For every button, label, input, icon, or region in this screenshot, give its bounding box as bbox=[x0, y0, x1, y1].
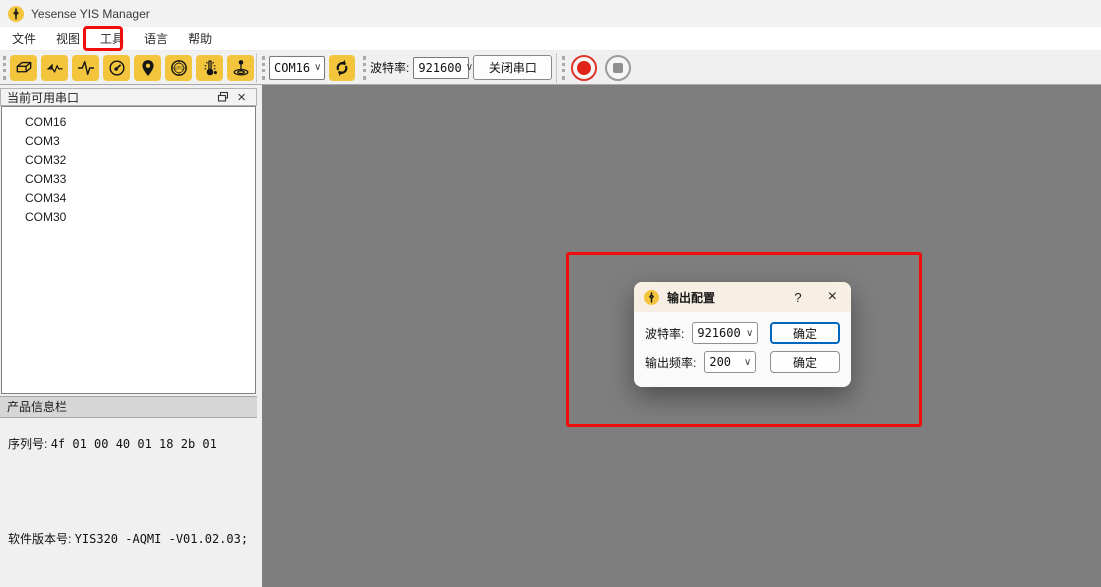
app-window: Yesense YIS Manager 文件 视图 工具 语言 帮助 bbox=[0, 0, 1101, 587]
dialog-baud-confirm-button[interactable]: 确定 bbox=[770, 322, 840, 344]
dialog-freq-confirm-button[interactable]: 确定 bbox=[770, 351, 840, 373]
record-button[interactable] bbox=[571, 55, 597, 81]
dialog-body: 波特率: 921600 ∨ 确定 输出频率: 200 ∨ 确定 bbox=[634, 312, 851, 373]
menu-bar: 文件 视图 工具 语言 帮助 bbox=[0, 27, 1101, 51]
firmware-version-value: YIS320 -AQMI -V01.02.03; bbox=[75, 532, 248, 546]
serial-number-label: 序列号: bbox=[8, 437, 47, 451]
utc-clock-icon: UTC bbox=[169, 58, 189, 78]
tool-location-button[interactable] bbox=[134, 55, 161, 81]
list-item-port[interactable]: COM3 bbox=[2, 132, 255, 151]
tool-utc-clock-button[interactable]: UTC bbox=[165, 55, 192, 81]
dialog-close-button[interactable]: × bbox=[824, 289, 841, 305]
dialog-freq-select[interactable]: 200 ∨ bbox=[704, 351, 756, 373]
serial-port-list: COM16 COM3 COM32 COM33 COM34 COM30 bbox=[1, 106, 256, 394]
toolbar-grip[interactable] bbox=[262, 56, 265, 80]
window-title: Yesense YIS Manager bbox=[31, 7, 150, 21]
refresh-ports-button[interactable] bbox=[329, 55, 355, 81]
chevron-down-icon: ∨ bbox=[466, 62, 473, 73]
tool-waveform-button[interactable] bbox=[72, 55, 99, 81]
record-icon bbox=[577, 61, 591, 75]
float-panel-icon bbox=[217, 91, 229, 103]
panel-title: 当前可用串口 bbox=[7, 89, 213, 106]
pulse-wave-icon bbox=[76, 58, 96, 78]
list-item-port[interactable]: COM32 bbox=[2, 151, 255, 170]
stop-icon bbox=[613, 63, 623, 73]
list-item-port[interactable]: COM16 bbox=[2, 113, 255, 132]
tool-inclinometer-button[interactable] bbox=[227, 55, 254, 81]
angle-wave-icon bbox=[45, 58, 65, 78]
close-panel-icon: × bbox=[237, 90, 246, 105]
serial-number-value: 4f 01 00 40 01 18 2b 01 bbox=[51, 437, 217, 451]
output-rate-row: 输出频率: 200 ∨ 确定 bbox=[645, 351, 840, 373]
dialog-help-button[interactable]: ? bbox=[788, 288, 807, 307]
panel-header: 当前可用串口 × bbox=[0, 88, 257, 106]
output-config-dialog: 输出配置 ? × 波特率: 921600 ∨ 确定 输出频率: 200 ∨ 确定 bbox=[634, 282, 851, 387]
inclinometer-icon bbox=[231, 58, 251, 78]
toolbar-grip[interactable] bbox=[3, 56, 6, 80]
dialog-baud-label: 波特率: bbox=[645, 325, 684, 342]
product-info-header: 产品信息栏 bbox=[0, 396, 257, 418]
dialog-title: 输出配置 bbox=[667, 289, 788, 306]
tool-thermometer-button[interactable] bbox=[196, 55, 223, 81]
baud-group: 波特率: 921600 ∨ 关闭串口 bbox=[370, 55, 552, 80]
chevron-down-icon: ∨ bbox=[314, 62, 321, 73]
list-item-port[interactable]: COM33 bbox=[2, 170, 255, 189]
tool-gauge-button[interactable] bbox=[103, 55, 130, 81]
dialog-freq-value: 200 bbox=[709, 355, 731, 369]
thermometer-icon bbox=[200, 58, 220, 78]
baud-rate-label: 波特率: bbox=[370, 59, 409, 76]
stop-button[interactable] bbox=[605, 55, 631, 81]
list-item-port[interactable]: COM30 bbox=[2, 208, 255, 227]
list-item-port[interactable]: COM34 bbox=[2, 189, 255, 208]
toolbar-separator bbox=[256, 53, 257, 83]
menu-tools[interactable]: 工具 bbox=[90, 26, 134, 51]
baud-rate-row: 波特率: 921600 ∨ 确定 bbox=[645, 322, 840, 344]
baud-rate-select[interactable]: 921600 ∨ bbox=[413, 57, 469, 79]
gauge-icon bbox=[107, 58, 127, 78]
refresh-ports-icon bbox=[333, 59, 351, 77]
location-pin-icon bbox=[138, 58, 158, 78]
close-serial-port-button[interactable]: 关闭串口 bbox=[473, 55, 552, 80]
menu-view[interactable]: 视图 bbox=[46, 26, 90, 51]
title-bar: Yesense YIS Manager bbox=[0, 0, 1101, 27]
dialog-baud-value: 921600 bbox=[697, 326, 740, 340]
firmware-version-label: 软件版本号: bbox=[8, 532, 71, 546]
chevron-down-icon: ∨ bbox=[746, 328, 753, 339]
float-panel-button[interactable] bbox=[213, 91, 233, 103]
dialog-freq-label: 输出频率: bbox=[645, 354, 696, 371]
record-group bbox=[571, 55, 631, 81]
dialog-baud-select[interactable]: 921600 ∨ bbox=[692, 322, 758, 344]
com-port-value: COM16 bbox=[274, 61, 310, 75]
utc-label: UTC bbox=[174, 65, 183, 70]
menu-file[interactable]: 文件 bbox=[2, 26, 46, 51]
firmware-version-line: 软件版本号: YIS320 -AQMI -V01.02.03; bbox=[0, 530, 257, 547]
serial-number-line: 序列号: 4f 01 00 40 01 18 2b 01 bbox=[0, 435, 257, 452]
toolbar-separator bbox=[556, 53, 557, 83]
sensor-tools-group: UTC bbox=[10, 55, 254, 81]
tool-3d-view-button[interactable] bbox=[10, 55, 37, 81]
toolbar-grip[interactable] bbox=[363, 56, 366, 80]
menu-help[interactable]: 帮助 bbox=[178, 26, 222, 51]
baud-rate-value: 921600 bbox=[418, 61, 461, 75]
toolbar-grip[interactable] bbox=[562, 56, 565, 80]
dialog-title-bar: 输出配置 ? × bbox=[634, 282, 851, 312]
com-port-select[interactable]: COM16 ∨ bbox=[269, 56, 325, 80]
cube-icon bbox=[14, 58, 34, 78]
serial-port-panel: 当前可用串口 × COM16 COM3 COM32 COM33 COM34 CO… bbox=[0, 85, 257, 587]
yesense-logo-icon bbox=[644, 290, 659, 305]
close-panel-button[interactable]: × bbox=[233, 90, 250, 105]
tool-angle-wave-button[interactable] bbox=[41, 55, 68, 81]
port-group: COM16 ∨ bbox=[269, 55, 355, 81]
chevron-down-icon: ∨ bbox=[744, 357, 751, 368]
toolbar: UTC COM16 ∨ bbox=[0, 51, 1101, 85]
menu-language[interactable]: 语言 bbox=[134, 26, 178, 51]
yesense-logo-icon bbox=[8, 6, 24, 22]
